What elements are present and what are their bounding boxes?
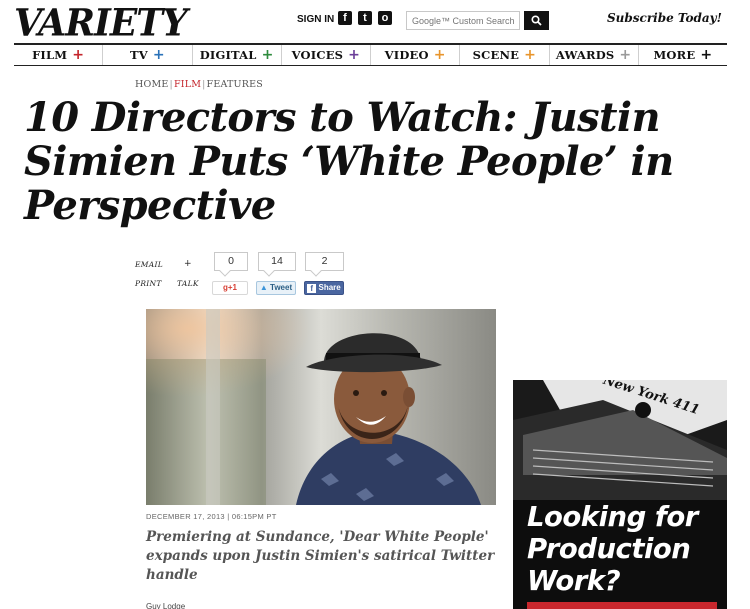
breadcrumb: HOME|FILM|FEATURES [135,79,263,90]
breadcrumb-features[interactable]: FEATURES [207,79,263,90]
talk-link[interactable]: TALK [177,279,199,288]
facebook-share-button[interactable]: f Share [304,281,344,295]
plus-icon: + [433,47,446,63]
search-button[interactable] [524,11,549,30]
tweet-count: 14 [258,252,296,271]
breadcrumb-home[interactable]: HOME [135,79,169,90]
facebook-icon: f [307,284,317,293]
subscribe-link[interactable]: Subscribe Today! [607,11,722,25]
gplus-count: 0 [214,252,248,271]
share-label: Share [318,283,341,292]
nav-item-awards[interactable]: AWARDS + [550,45,639,65]
sign-in-link[interactable]: SIGN IN [297,14,334,25]
nav-label: FILM [32,48,68,62]
search-input[interactable] [406,11,520,30]
facebook-icon[interactable]: f [338,11,352,25]
article-headline: 10 Directors to Watch: Justin Simien Put… [24,94,674,229]
article-dateline: DECEMBER 17, 2013 | 06:15PM PT [146,512,277,521]
plus-icon: + [700,47,713,63]
ad-magazine-illustration [513,380,727,500]
fb-share-count: 2 [305,252,344,271]
nav-item-tv[interactable]: TV + [103,45,193,65]
search-icon [531,15,542,26]
print-link[interactable]: PRINT [135,279,162,288]
nav-label: MORE [653,48,696,62]
nav-label: VIDEO [384,48,429,62]
twitter-icon[interactable]: t [358,11,372,25]
variety-logo[interactable]: VARIETY [14,2,188,44]
plus-link[interactable]: + [184,259,192,269]
breadcrumb-film[interactable]: FILM [174,79,201,90]
nav-label: TV [129,48,148,62]
nav-item-more[interactable]: MORE + [639,45,727,65]
plus-icon: + [524,47,537,63]
twitter-bird-icon: ▲ [259,283,268,292]
article-hero-photo [146,309,496,505]
instagram-icon[interactable]: o [378,11,392,25]
nav-label: VOICES [291,48,344,62]
nav-item-voices[interactable]: VOICES + [282,45,371,65]
email-link[interactable]: EMAIL [135,260,163,269]
nav-label: DIGITAL [199,48,257,62]
nav-label: SCENE [472,48,520,62]
nav-item-film[interactable]: FILM + [14,45,104,65]
plus-icon: + [261,47,274,63]
nav-item-digital[interactable]: DIGITAL + [193,45,282,65]
ad-headline: Looking for Production Work? [527,501,698,597]
plus-icon: + [152,47,165,63]
tweet-button[interactable]: ▲ Tweet [256,281,296,295]
gplus-button[interactable]: g+1 [212,281,248,295]
production-ad[interactable]: New York 411 Looking for Production Work… [513,380,727,609]
nav-label: AWARDS [555,48,615,62]
plus-icon: + [619,47,632,63]
main-nav: FILM + TV + DIGITAL + VOICES + VIDEO + SCENE +… [14,43,727,66]
nav-item-scene[interactable]: SCENE + [460,45,550,65]
tweet-label: Tweet [270,283,293,292]
portrait-illustration [146,309,496,505]
ad-cta-bar[interactable] [527,602,717,609]
nav-item-video[interactable]: VIDEO + [371,45,461,65]
plus-icon: + [348,47,361,63]
plus-icon: + [72,47,85,63]
byline[interactable]: Guy Lodge [146,602,210,609]
article-dek: Premiering at Sundance, 'Dear White Peop… [146,529,495,583]
